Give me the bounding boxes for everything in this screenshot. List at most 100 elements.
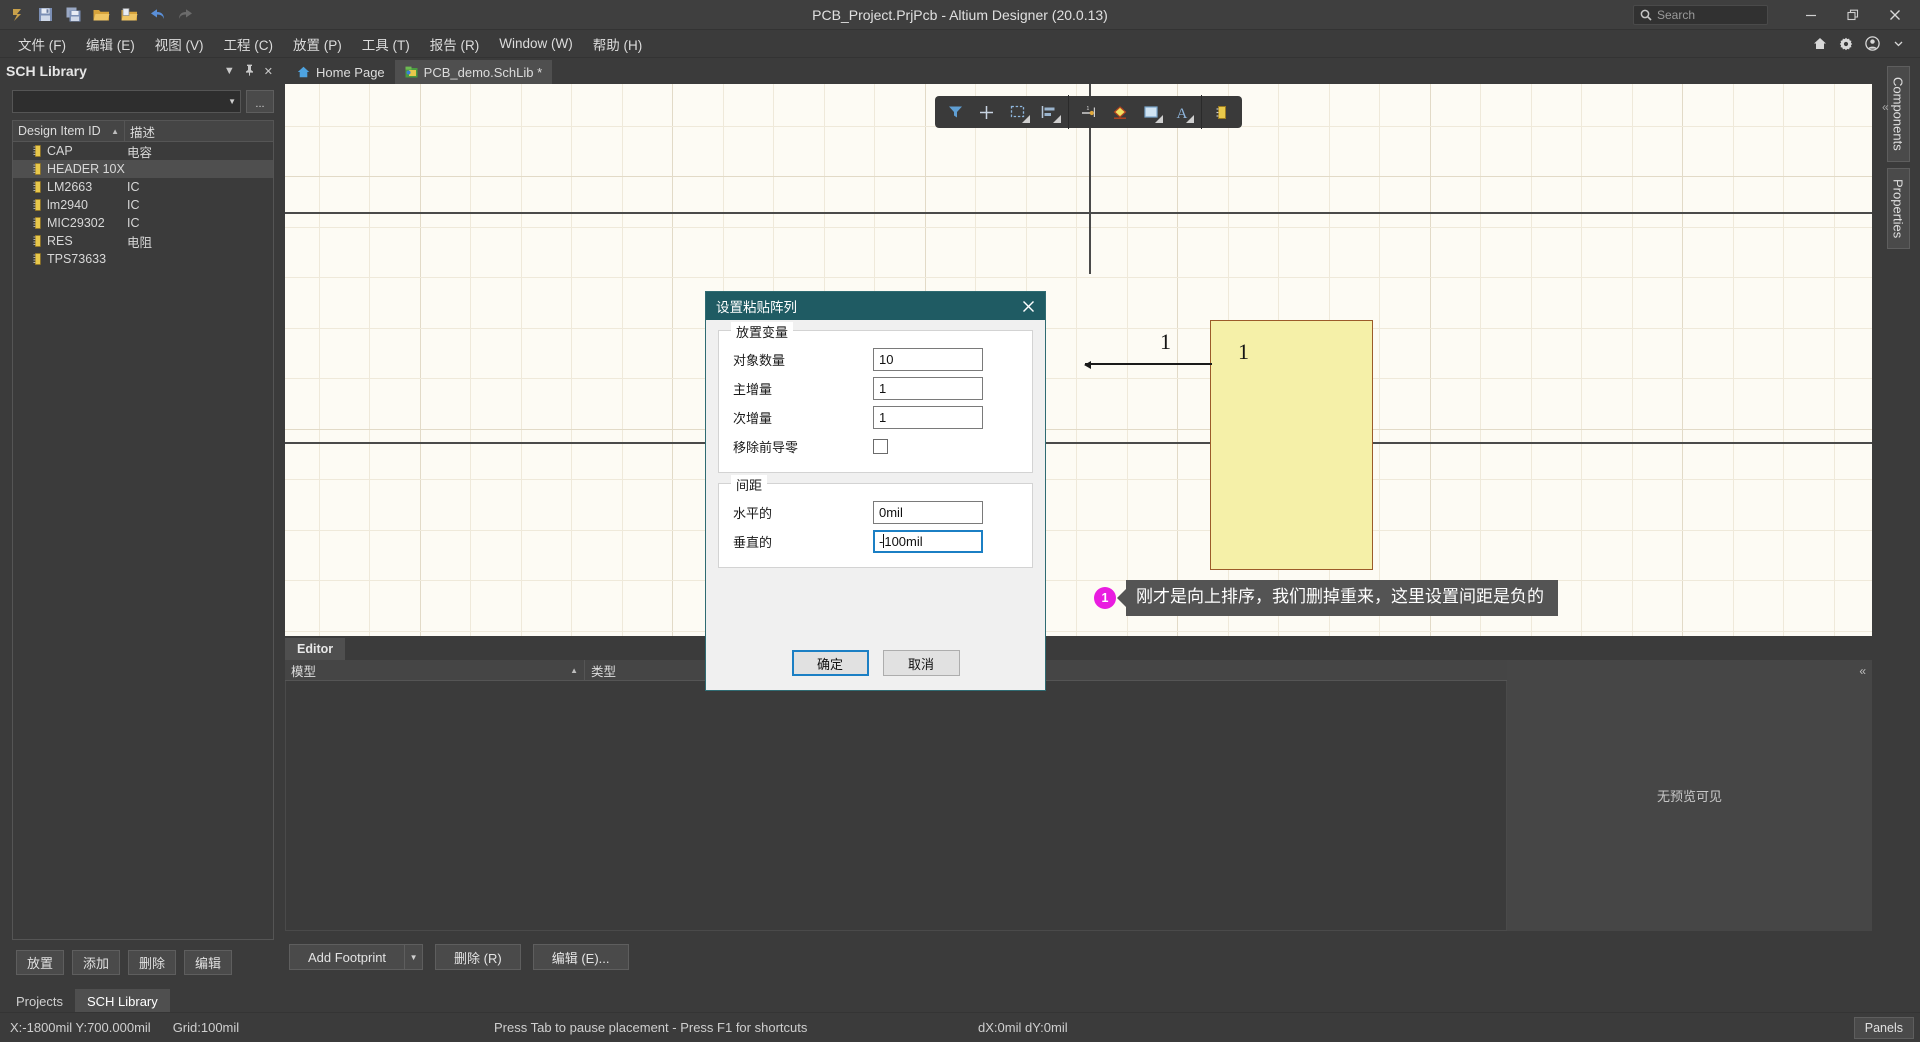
column-header-model[interactable]: 模型 ▲	[285, 660, 585, 680]
select-region-icon[interactable]	[1003, 99, 1032, 125]
align-icon[interactable]	[1034, 99, 1063, 125]
editor-button-row: Add Footprint ▼ 删除 (R) 编辑 (E)...	[285, 931, 1872, 983]
add-footprint-dropdown-icon[interactable]: ▼	[405, 944, 424, 970]
close-icon[interactable]: ✕	[264, 65, 273, 78]
restore-button[interactable]	[1832, 1, 1874, 29]
save-icon[interactable]	[32, 3, 58, 27]
model-preview-pane: 无预览可见	[1507, 660, 1872, 931]
tab-editor[interactable]: Editor	[285, 638, 346, 660]
status-bar: X:-1800mil Y:700.000mil Grid:100mil Pres…	[0, 1012, 1920, 1042]
undo-icon[interactable]	[144, 3, 170, 27]
field-value: 10	[879, 351, 894, 367]
cell-design-item-id: MIC29302	[13, 216, 125, 230]
tab-sch-library[interactable]: SCH Library	[74, 989, 170, 1013]
primary-increment-input[interactable]: 1	[873, 376, 983, 400]
vertical-tab-components[interactable]: Components	[1886, 66, 1910, 162]
menu-file[interactable]: 文件 (F)	[8, 30, 76, 58]
table-row[interactable]: RES 电阻	[13, 232, 273, 250]
component-pin-line[interactable]	[1084, 361, 1212, 369]
vertical-tab-properties[interactable]: Properties	[1886, 167, 1910, 249]
open-icon[interactable]	[88, 3, 114, 27]
horizontal-spacing-input[interactable]: 0mil	[873, 500, 983, 524]
table-row[interactable]: MIC29302 IC	[13, 214, 273, 232]
field-value: 0mil	[879, 504, 903, 520]
secondary-increment-input[interactable]: 1	[873, 405, 983, 429]
library-combo[interactable]: ▼	[12, 90, 241, 113]
place-text-icon[interactable]: A	[1167, 99, 1196, 125]
doc-tab-home-page[interactable]: Home Page	[287, 60, 395, 84]
group-legend: 间距	[731, 475, 768, 494]
user-account-icon[interactable]	[1860, 33, 1884, 55]
search-input[interactable]: Search	[1633, 4, 1768, 25]
table-row[interactable]: CAP 电容	[13, 142, 273, 160]
grid-line-horizontal	[285, 479, 1872, 480]
tab-projects[interactable]: Projects	[4, 989, 75, 1013]
schematic-canvas[interactable]: 1 1	[285, 84, 1872, 636]
browse-button[interactable]: ...	[246, 90, 274, 113]
remove-leading-zeros-checkbox[interactable]	[873, 438, 888, 454]
dialog-close-button[interactable]	[1011, 292, 1045, 320]
grid-line-vertical	[369, 84, 370, 636]
open-project-icon[interactable]	[116, 3, 142, 27]
collapse-icon[interactable]: «	[1859, 664, 1866, 678]
menu-reports[interactable]: 报告 (R)	[420, 30, 490, 58]
column-header-design-item-id[interactable]: Design Item ID ▲	[13, 121, 125, 141]
dialog-body: 放置变量 对象数量 10 主增量 1 次增量 1 移除前导零 间距 水平的 0mil 垂直的 -100m…	[706, 320, 1045, 568]
redo-icon[interactable]	[172, 3, 198, 27]
save-all-icon[interactable]	[60, 3, 86, 27]
vertical-spacing-input[interactable]: -100mil	[873, 529, 983, 553]
cancel-button[interactable]: 取消	[882, 650, 960, 676]
home-icon[interactable]	[1808, 33, 1832, 55]
component-table: Design Item ID ▲ 描述 CAP 电容 HEADER 10X LM266…	[12, 120, 274, 940]
place-button[interactable]: 放置	[16, 950, 65, 975]
place-polygon-icon[interactable]	[1105, 99, 1134, 125]
add-button[interactable]: 添加	[72, 950, 121, 975]
ok-button[interactable]: 确定	[791, 650, 869, 676]
filter-icon[interactable]	[941, 99, 970, 125]
cell-design-item-id: CAP	[13, 144, 125, 158]
menu-view[interactable]: 视图 (V)	[145, 30, 214, 58]
home-icon	[297, 66, 310, 78]
place-component-icon[interactable]	[1207, 99, 1236, 125]
delete-model-button[interactable]: 删除 (R)	[435, 944, 521, 970]
cell-description: IC	[127, 216, 140, 230]
minimize-button[interactable]	[1790, 1, 1832, 29]
table-row[interactable]: LM2663 IC	[13, 178, 273, 196]
delete-button[interactable]: 删除	[128, 950, 177, 975]
edit-model-button[interactable]: 编辑 (E)...	[532, 944, 629, 970]
chevron-down-icon[interactable]	[1886, 33, 1910, 55]
menu-tools[interactable]: 工具 (T)	[352, 30, 420, 58]
doc-tab-pcb-demo-schlib[interactable]: PCB_demo.SchLib *	[394, 60, 553, 84]
menu-window[interactable]: Window (W)	[489, 32, 583, 55]
pin-icon[interactable]	[244, 64, 255, 79]
add-footprint-button[interactable]: Add Footprint	[289, 944, 406, 970]
place-pin-icon[interactable]: 1	[1074, 99, 1103, 125]
menu-place[interactable]: 放置 (P)	[283, 30, 352, 58]
column-header-description[interactable]: 描述	[125, 121, 273, 141]
collapse-icon[interactable]: «	[1882, 100, 1889, 114]
dialog-group: 放置变量 对象数量 10 主增量 1 次增量 1 移除前导零	[718, 322, 1033, 473]
gear-icon[interactable]	[1834, 33, 1858, 55]
menu-project[interactable]: 工程 (C)	[214, 30, 284, 58]
object-count-input[interactable]: 10	[873, 347, 983, 371]
status-delta: dX:0mil dY:0mil	[978, 1020, 1068, 1035]
cell-design-item-id: lm2940	[13, 198, 125, 212]
table-row[interactable]: HEADER 10X	[13, 160, 273, 178]
edit-button[interactable]: 编辑	[184, 950, 233, 975]
close-button[interactable]	[1874, 1, 1916, 29]
table-row[interactable]: lm2940 IC	[13, 196, 273, 214]
menu-edit[interactable]: 编辑 (E)	[76, 30, 145, 58]
crosshair-icon[interactable]	[972, 99, 1001, 125]
component-icon	[33, 145, 41, 157]
component-body-rectangle[interactable]	[1210, 320, 1373, 570]
altium-logo-icon[interactable]	[4, 3, 30, 27]
column-label: Design Item ID	[18, 124, 101, 138]
menu-bar: 文件 (F) 编辑 (E) 视图 (V) 工程 (C) 放置 (P) 工具 (T…	[0, 30, 1920, 58]
grid-line-vertical	[1632, 84, 1633, 636]
table-row[interactable]: TPS73633	[13, 250, 273, 268]
chevron-down-icon[interactable]: ▼	[224, 65, 235, 77]
menu-help[interactable]: 帮助 (H)	[583, 30, 653, 58]
panels-button[interactable]: Panels	[1853, 1016, 1914, 1039]
place-rectangle-icon[interactable]	[1136, 99, 1165, 125]
field-label: 主增量	[733, 381, 773, 397]
